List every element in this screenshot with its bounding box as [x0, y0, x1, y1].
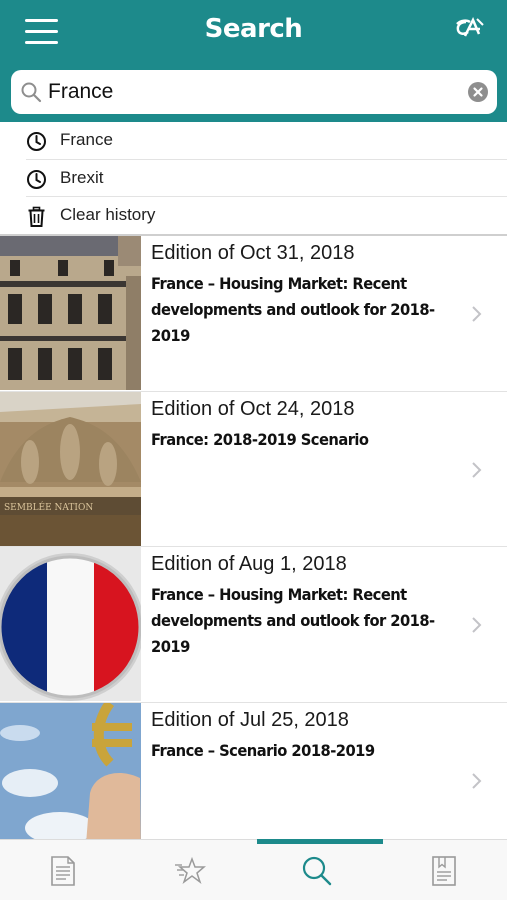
clear-search-button[interactable]	[468, 82, 488, 102]
history-item-label: Clear history	[60, 205, 156, 224]
search-bar	[11, 70, 497, 114]
svg-text:SEMBLÉE NATION: SEMBLÉE NATION	[4, 501, 93, 513]
assemblee-nationale-thumbnail: SEMBLÉE NATION	[0, 391, 141, 546]
chevron-right-icon	[472, 461, 482, 478]
tab-favorites[interactable]	[127, 840, 254, 900]
search-results-list: Edition of Oct 31, 2018 France – Housing…	[0, 236, 507, 858]
close-icon	[473, 87, 483, 97]
search-icon	[302, 856, 332, 886]
result-title: France – Housing Market: Recent developm…	[151, 585, 435, 656]
result-edition-date: Edition of Aug 1, 2018	[151, 553, 347, 575]
bottom-tab-bar	[0, 839, 507, 900]
french-flag-thumbnail	[0, 547, 141, 701]
search-history-list: France Brexit Clear history	[0, 122, 507, 235]
history-item-brexit[interactable]: Brexit	[26, 160, 507, 197]
euro-sign-thumbnail	[0, 702, 141, 857]
result-item[interactable]: Edition of Aug 1, 2018 France – Housing …	[0, 547, 507, 703]
search-input[interactable]	[48, 70, 468, 114]
chevron-right-icon	[472, 306, 482, 322]
bookmark-icon	[431, 856, 456, 886]
paris-building-thumbnail	[0, 236, 141, 390]
result-edition-date: Edition of Oct 31, 2018	[151, 242, 355, 264]
document-icon	[51, 856, 76, 886]
trash-icon	[28, 206, 45, 227]
favorites-icon	[175, 856, 207, 885]
tab-publications[interactable]	[0, 840, 127, 900]
result-title: France – Housing Market: Recent developm…	[151, 274, 435, 345]
result-item[interactable]: Edition of Oct 31, 2018 France – Housing…	[0, 236, 507, 392]
result-title: France – Scenario 2018-2019	[151, 740, 375, 760]
result-edition-date: Edition of Oct 24, 2018	[151, 397, 355, 420]
chevron-right-icon	[472, 617, 482, 633]
tab-bookmarks[interactable]	[380, 840, 507, 900]
page-title: Search	[204, 14, 303, 44]
result-item[interactable]: SEMBLÉE NATION Edition of Oct 24, 2018 F…	[0, 391, 507, 547]
app-header: Search	[0, 0, 507, 122]
clear-history-button[interactable]: Clear history	[26, 197, 507, 235]
clock-icon	[27, 132, 46, 151]
tab-search[interactable]	[254, 840, 381, 900]
history-item-france[interactable]: France	[26, 122, 507, 160]
result-edition-date: Edition of Jul 25, 2018	[151, 708, 349, 731]
clock-icon	[27, 169, 46, 189]
result-title: France: 2018-2019 Scenario	[151, 429, 369, 449]
chevron-right-icon	[472, 772, 482, 789]
history-item-label: France	[60, 130, 113, 149]
history-item-label: Brexit	[60, 167, 104, 187]
brand-logo-icon[interactable]	[453, 16, 485, 42]
result-item[interactable]: Edition of Jul 25, 2018 France – Scenari…	[0, 702, 507, 858]
search-icon	[21, 82, 42, 103]
